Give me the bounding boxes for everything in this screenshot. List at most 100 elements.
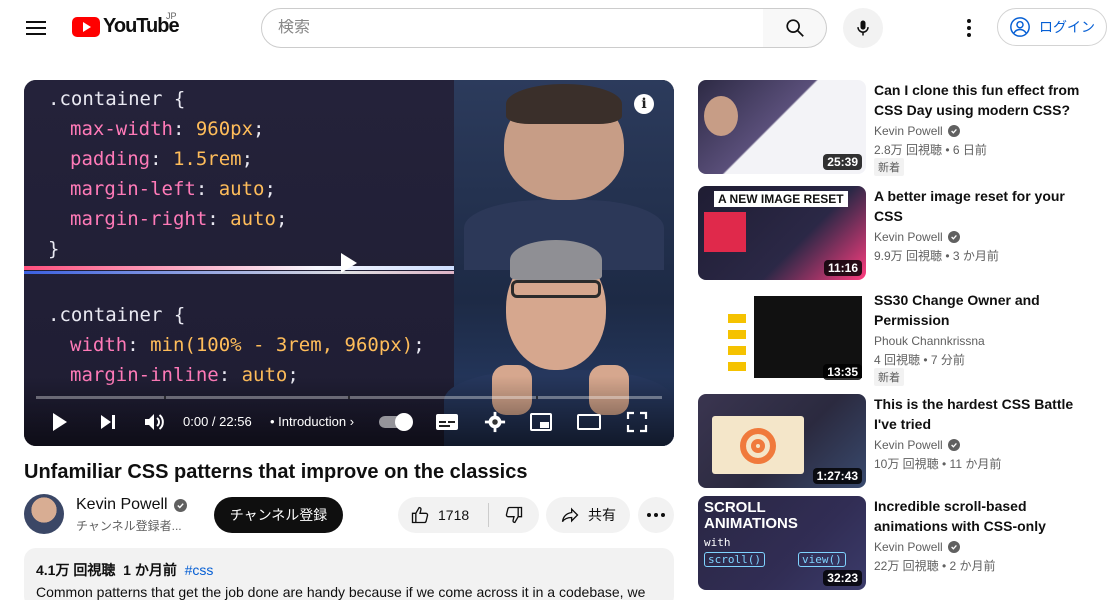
search-icon [785,19,804,37]
thumbnail-code-tag: scroll() [704,552,765,567]
chapter-button[interactable]: • Introduction › [270,414,354,429]
thumbnail-headline: A NEW IMAGE RESET [714,191,848,207]
youtube-logo[interactable]: YouTube [72,15,180,38]
menu-line [26,33,46,35]
subtitles-button[interactable] [432,408,462,436]
chapter-marker [536,396,538,399]
recommendation-item[interactable]: A NEW IMAGE RESET 11:16 A better image res… [698,186,1098,282]
recommendation-meta: 10万 回視聴 • 11 か月前 [874,457,1002,471]
recommendation-title[interactable]: SS30 Change Owner and Permission [874,290,1094,330]
verified-check-icon [947,439,960,451]
duration-badge: 11:16 [823,260,862,276]
description-meta: 4.1万 回視聴 1 か月前 #css [36,560,662,580]
recommendation-thumbnail[interactable]: 13:35 [698,290,866,384]
time-display: 0:00 / 22:56 [183,414,252,429]
recommendation-item[interactable]: SCROLL ANIMATIONS with scroll() view() 32:23… [698,496,1098,592]
subscribe-button[interactable]: チャンネル登録 [214,497,343,533]
like-count: 1718 [438,507,470,523]
recommendation-meta: 2.8万 回視聴 • 6 日前 [874,143,987,157]
menu-line [26,21,46,23]
settings-button[interactable] [480,408,510,436]
settings-menu-button[interactable] [953,12,985,44]
recommendation-channel[interactable]: Phouk Channkrissna [874,334,985,348]
recommendation-meta: 9.9万 回視聴 • 3 か月前 [874,249,999,263]
recommendation-thumbnail[interactable]: A NEW IMAGE RESET 11:16 [698,186,866,280]
code-line: padding: 1.5rem; [70,148,254,170]
thumbnail-subtext: with [704,536,731,549]
thumbnail-spiral [740,428,776,464]
code-line: width: min(100% - 3rem, 960px); [70,334,425,356]
volume-button[interactable] [140,408,168,436]
gear-icon [484,411,506,433]
video-player[interactable]: .container {max-width: 960px; padding: 1.… [24,80,674,446]
channel-avatar[interactable] [24,494,64,534]
verified-check-icon [173,498,187,512]
dislike-button[interactable] [489,497,539,533]
channel-name: Kevin Powell [76,496,168,513]
channel-name: Phouk Channkrissna [874,334,985,348]
duration-badge: 32:23 [823,570,862,586]
video-title: Unfamiliar CSS patterns that improve on … [24,461,528,483]
chapter-dot: • [270,414,279,429]
recommendation-title[interactable]: This is the hardest CSS Battle I've trie… [874,394,1094,434]
fullscreen-button[interactable] [622,408,652,436]
publish-date: 1 か月前 [123,562,177,578]
search-input[interactable] [278,19,763,37]
progress-bar[interactable] [36,396,662,399]
code-line: .container { [48,304,186,326]
thumbnail-folder [728,362,746,371]
recommendation-meta: 22万 回視聴 • 2 か月前 [874,559,996,573]
code-line: margin-left: auto; [70,178,276,200]
recommendation-title[interactable]: Incredible scroll-based animations with … [874,496,1094,536]
login-label: ログイン [1039,19,1095,35]
recommendation-title[interactable]: A better image reset for your CSS [874,186,1094,226]
view-count: 4.1万 回視聴 [36,562,116,578]
search-button[interactable] [763,8,827,48]
thumbs-down-icon [505,506,523,524]
center-play-icon[interactable] [334,248,364,278]
info-icon[interactable]: i [634,94,654,114]
recommendation-channel[interactable]: Kevin Powell [874,124,960,138]
recommendation-meta: 4 回視聴 • 7 分前 [874,353,965,367]
recommendation-item[interactable]: 1:27:43 This is the hardest CSS Battle I'… [698,394,1098,490]
theater-mode-button[interactable] [574,408,604,436]
volume-icon [145,414,164,430]
miniplayer-button[interactable] [526,408,556,436]
more-actions-button[interactable] [638,497,674,533]
recommendation-thumbnail[interactable]: 25:39 [698,80,866,174]
recommendation-channel[interactable]: Kevin Powell [874,230,960,244]
recommendation-channel[interactable]: Kevin Powell [874,540,960,554]
recommendation-thumbnail[interactable]: 1:27:43 [698,394,866,488]
recommendation-thumbnail[interactable]: SCROLL ANIMATIONS with scroll() view() 32:23 [698,496,866,590]
share-button[interactable]: 共有 [546,497,630,533]
duration-badge: 1:27:43 [812,468,862,484]
next-button[interactable] [94,408,122,436]
recommendation-item[interactable]: 25:39 Can I clone this fun effect from CS… [698,80,1098,176]
chapter-label: Introduction [278,414,347,429]
recommendation-channel[interactable]: Kevin Powell [874,438,960,452]
top-bar: YouTube JP ログイン [0,0,1109,56]
code-line: .container { [48,88,186,110]
new-badge: 新着 [874,158,904,176]
code-line: margin-right: auto; [70,208,288,230]
like-button[interactable]: 1718 [398,497,488,533]
recommendation-title[interactable]: Can I clone this fun effect from CSS Day… [874,80,1094,120]
search-box [261,8,764,48]
hashtag-link[interactable]: #css [185,562,214,578]
thumbnail-code-tag: view() [798,552,846,567]
presenter-figure [511,280,601,298]
play-button[interactable] [46,408,74,436]
voice-search-button[interactable] [843,8,883,48]
channel-name: Kevin Powell [874,540,943,554]
recommendation-item[interactable]: 13:35 SS30 Change Owner and Permission Pho… [698,290,1098,386]
description-text: Common patterns that get the job done ar… [36,584,646,600]
hamburger-menu-button[interactable] [16,12,56,44]
channel-link[interactable]: Kevin Powell [76,496,187,514]
login-button[interactable]: ログイン [997,8,1107,46]
autoplay-toggle[interactable] [379,413,413,431]
play-icon [53,413,67,431]
dot [654,513,658,517]
description-box[interactable]: 4.1万 回視聴 1 か月前 #css Common patterns that… [24,548,674,600]
chevron-right-icon: › [349,414,355,429]
dot [967,33,971,37]
